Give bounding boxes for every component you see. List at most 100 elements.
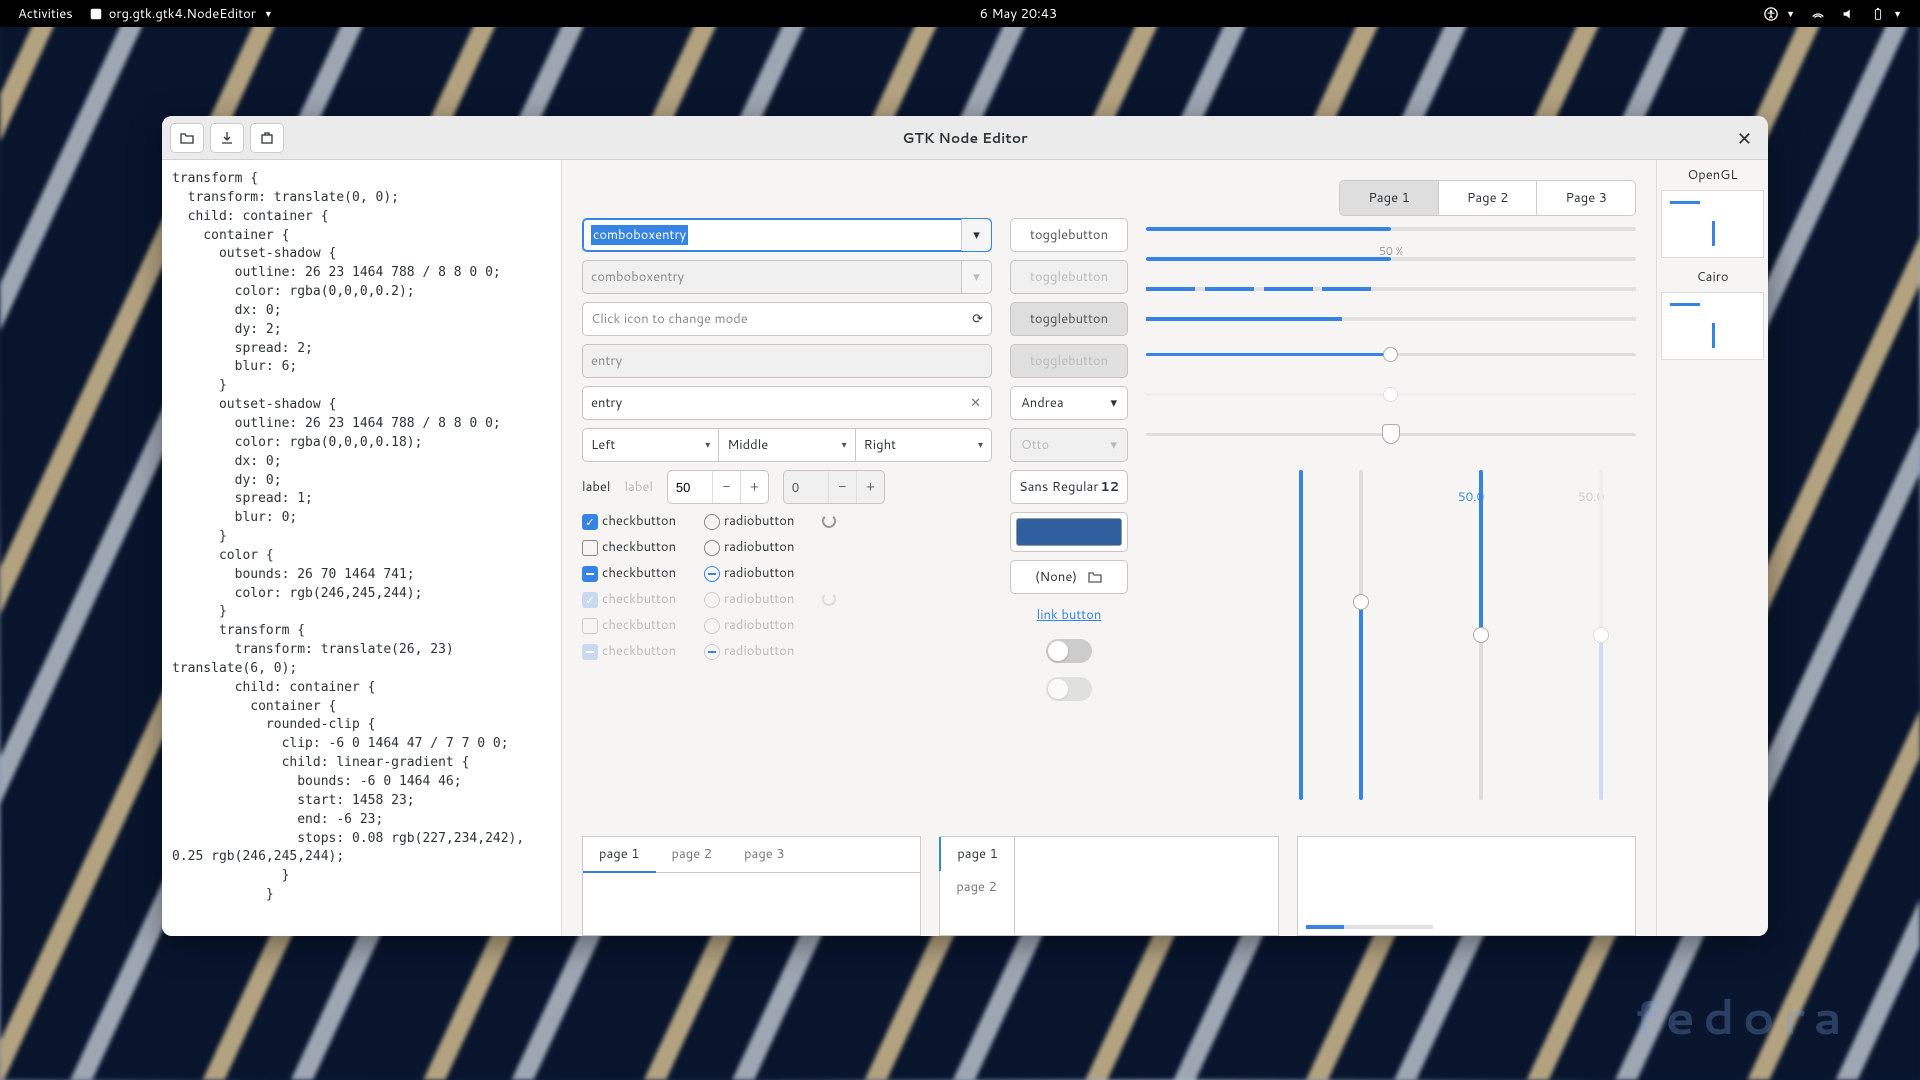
window-title: GTK Node Editor <box>162 128 1768 148</box>
togglebutton-2-disabled: togglebutton <box>1010 260 1128 294</box>
switch-1[interactable] <box>1046 639 1092 663</box>
combo-right[interactable]: Right▾ <box>856 428 992 462</box>
spinner-icon-disabled <box>822 592 836 606</box>
togglebutton-1[interactable]: togglebutton <box>1010 218 1128 252</box>
btab-2[interactable]: page 2 <box>656 837 729 872</box>
app-menu[interactable]: org.gtk.gtk4.NodeEditor ▼ <box>81 5 281 23</box>
radiobutton-mixed-disabled: radiobutton <box>704 642 794 660</box>
progressbar-2-text: 50 % <box>1146 257 1636 261</box>
spinbutton-1-input[interactable] <box>668 480 712 495</box>
link-button[interactable]: link button <box>1010 602 1128 628</box>
scale-3-marker[interactable] <box>1146 424 1636 444</box>
radiobutton-1[interactable]: radiobutton <box>704 512 794 530</box>
radiobutton-disabled-2: radiobutton <box>704 616 794 634</box>
label-1: label <box>582 478 610 496</box>
renderer-opengl-thumb[interactable] <box>1661 190 1764 258</box>
entry-disabled-placeholder: entry <box>591 352 622 370</box>
comboboxentry-2-disabled: comboboxentry ▾ <box>582 260 992 294</box>
spin-minus-disabled: − <box>828 471 856 503</box>
scale-1[interactable] <box>1146 344 1636 364</box>
checkbutton-unchecked[interactable]: checkbutton <box>582 538 676 556</box>
comboboxentry-1[interactable]: comboboxentry ▾ <box>582 218 992 252</box>
vscale-1[interactable] <box>1286 470 1316 800</box>
clear-icon[interactable]: ✕ <box>968 394 983 412</box>
vscale-4-disabled: 50.0 <box>1586 470 1616 800</box>
radiobutton-2[interactable]: radiobutton <box>704 538 794 556</box>
btab-1[interactable]: page 1 <box>583 837 656 873</box>
battery-icon[interactable]: ▼ <box>1863 7 1910 21</box>
spinbutton-2-disabled: − + <box>783 470 885 504</box>
label-2-disabled: label <box>624 478 652 496</box>
main-notebook-tabs: Page 1 Page 2 Page 3 <box>1339 180 1636 216</box>
color-swatch <box>1016 518 1122 546</box>
checkbutton-mixed-disabled: checkbutton <box>582 642 676 660</box>
renderer-list: OpenGL Cairo <box>1656 160 1768 936</box>
levelbar-1 <box>1146 287 1636 291</box>
spin-plus[interactable]: + <box>740 471 768 503</box>
tab-page2[interactable]: Page 2 <box>1438 181 1537 215</box>
mode-entry[interactable]: Click icon to change mode ⟳ <box>582 302 992 336</box>
node-editor-window: GTK Node Editor ✕ transform { transform:… <box>162 116 1768 936</box>
entry-value: entry <box>591 394 622 412</box>
combo-middle[interactable]: Middle▾ <box>719 428 855 462</box>
chevron-down-icon: ▼ <box>264 7 273 20</box>
vscale-3-label[interactable]: 50.0 <box>1466 470 1496 800</box>
combo-dropdown-button[interactable]: ▾ <box>961 219 991 251</box>
combo-left[interactable]: Left▾ <box>582 428 719 462</box>
clock[interactable]: 6 May 20:43 <box>972 5 1065 23</box>
spinner-icon <box>822 514 836 528</box>
comboboxentry-1-text: comboboxentry <box>591 225 688 245</box>
switch-2-disabled <box>1046 677 1092 701</box>
checkbutton-mixed[interactable]: checkbutton <box>582 564 676 582</box>
combo-dropdown-button-disabled: ▾ <box>961 261 991 293</box>
bottom-notebook-3 <box>1297 836 1636 936</box>
ltab-1[interactable]: page 1 <box>939 837 1014 871</box>
bottom-notebook-left-tabs: page 1 page 2 <box>939 836 1278 936</box>
color-button[interactable] <box>1010 512 1128 552</box>
dropdown-otto-disabled: Otto▾ <box>1010 428 1128 462</box>
spin-minus[interactable]: − <box>712 471 740 503</box>
radiobutton-mixed[interactable]: radiobutton <box>704 564 794 582</box>
comboboxentry-2-placeholder: comboboxentry <box>591 268 684 286</box>
gnome-top-bar: Activities org.gtk.gtk4.NodeEditor ▼ 6 M… <box>0 0 1920 27</box>
bottom-notebook-top-tabs: page 1 page 2 page 3 <box>582 836 921 936</box>
accessibility-icon[interactable]: ▼ <box>1756 7 1803 21</box>
entry-disabled: entry <box>582 344 992 378</box>
tab-page3[interactable]: Page 3 <box>1536 181 1635 215</box>
checkbutton-checked-disabled: ✓checkbutton <box>582 590 676 608</box>
source-code-view[interactable]: transform { transform: translate(0, 0); … <box>162 160 562 936</box>
folder-icon <box>1087 569 1103 585</box>
ltab-2[interactable]: page 2 <box>940 870 1014 904</box>
spinbutton-2-input <box>784 480 828 495</box>
dropdown-andrea[interactable]: Andrea▾ <box>1010 386 1128 420</box>
checkbutton-unchecked-disabled: checkbutton <box>582 616 676 634</box>
refresh-icon[interactable]: ⟳ <box>972 310 983 328</box>
activities-button[interactable]: Activities <box>10 5 81 23</box>
spinbutton-1[interactable]: − + <box>667 470 769 504</box>
titlebar: GTK Node Editor ✕ <box>162 116 1768 160</box>
levelbar-2 <box>1146 317 1636 321</box>
wallpaper-logo: fedora <box>1634 982 1850 1050</box>
radiobutton-disabled-1: radiobutton <box>704 590 794 608</box>
entry-with-clear[interactable]: entry ✕ <box>582 386 992 420</box>
btab-3[interactable]: page 3 <box>728 837 801 872</box>
renderer-cairo-thumb[interactable] <box>1661 292 1764 360</box>
volume-icon[interactable] <box>1833 7 1863 21</box>
vscale-2[interactable] <box>1346 470 1376 800</box>
progressbar-1 <box>1146 227 1636 231</box>
preview-area: Page 1 Page 2 Page 3 comboboxentry ▾ com… <box>562 160 1656 936</box>
renderer-cairo-label[interactable]: Cairo <box>1657 262 1768 292</box>
spin-plus-disabled: + <box>856 471 884 503</box>
checkbutton-checked[interactable]: ✓checkbutton <box>582 512 676 530</box>
app-menu-label: org.gtk.gtk4.NodeEditor <box>109 5 256 23</box>
togglebutton-3-active[interactable]: togglebutton <box>1010 302 1128 336</box>
renderer-opengl-label[interactable]: OpenGL <box>1657 160 1768 190</box>
close-button[interactable]: ✕ <box>1729 125 1760 151</box>
scale-2-disabled <box>1146 384 1636 404</box>
togglebutton-4-active-disabled: togglebutton <box>1010 344 1128 378</box>
font-button[interactable]: Sans Regular12 <box>1010 470 1128 504</box>
file-chooser-button[interactable]: (None) <box>1010 560 1128 594</box>
network-icon[interactable] <box>1803 7 1833 21</box>
linked-combos: Left▾ Middle▾ Right▾ <box>582 428 992 462</box>
tab-page1[interactable]: Page 1 <box>1340 181 1438 215</box>
